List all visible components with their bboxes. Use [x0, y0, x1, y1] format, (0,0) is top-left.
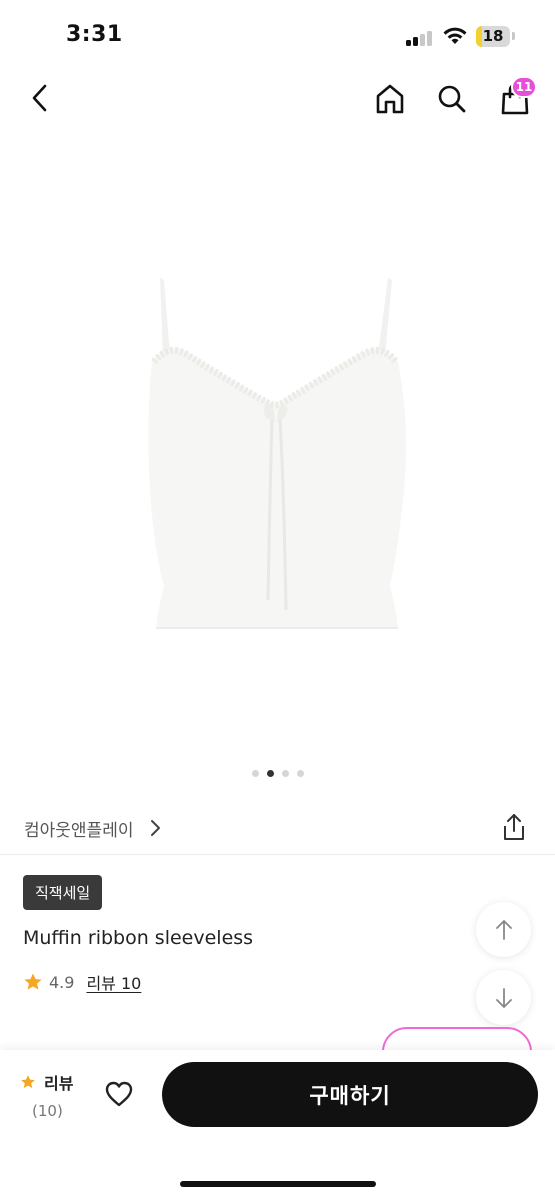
- brand-row: 컴아웃앤플레이: [0, 806, 555, 854]
- cellular-signal-icon: [406, 30, 434, 46]
- share-icon: [504, 814, 524, 840]
- chevron-right-icon: [151, 820, 160, 836]
- star-icon: [24, 973, 42, 990]
- heart-icon: [105, 1081, 133, 1107]
- scroll-down-button[interactable]: [476, 970, 531, 1025]
- review-summary-count: (10): [32, 1102, 63, 1120]
- pagination-dot[interactable]: [251, 770, 259, 777]
- camisole-image: [148, 278, 406, 629]
- battery-level: 18: [482, 27, 504, 45]
- share-button[interactable]: [500, 812, 528, 846]
- rating-value: 4.9: [49, 972, 75, 992]
- scroll-up-button[interactable]: [476, 902, 531, 957]
- star-icon: [21, 1075, 35, 1089]
- cart-count-badge: 11: [511, 76, 537, 98]
- review-link[interactable]: 리뷰 10: [86, 970, 141, 994]
- search-icon: [438, 85, 466, 113]
- arrow-up-icon: [495, 919, 512, 940]
- buy-button[interactable]: 구매하기: [162, 1062, 538, 1127]
- wishlist-button[interactable]: [104, 1080, 134, 1112]
- home-button[interactable]: [371, 80, 409, 118]
- review-summary-label: 리뷰: [44, 1074, 74, 1093]
- brand-link[interactable]: 컴아웃앤플레이: [24, 816, 133, 841]
- battery-tip: [512, 32, 515, 40]
- search-button[interactable]: [433, 80, 471, 118]
- chevron-left-icon: [32, 84, 47, 112]
- home-indicator: [180, 1181, 376, 1187]
- sale-badge: 직잭세일: [23, 875, 103, 910]
- home-icon: [376, 84, 404, 114]
- pagination-dot[interactable]: [266, 770, 274, 777]
- pagination-dot[interactable]: [296, 770, 304, 777]
- status-bar: 3:31 18: [0, 0, 555, 70]
- pagination-dot[interactable]: [281, 770, 289, 777]
- status-time: 3:31: [66, 22, 123, 47]
- review-summary[interactable]: 리뷰 (10): [20, 1070, 80, 1120]
- section-divider: [0, 854, 555, 855]
- back-button[interactable]: [22, 80, 58, 116]
- wifi-icon: [443, 27, 467, 44]
- product-name: Muffin ribbon sleeveless: [23, 927, 254, 949]
- battery-icon: 18: [476, 26, 510, 47]
- image-pagination-dots: [0, 770, 555, 782]
- product-image[interactable]: [0, 130, 555, 750]
- bottom-action-bar: 리뷰 (10) 구매하기: [0, 1050, 555, 1200]
- rating-row: 4.9 리뷰 10: [23, 970, 141, 994]
- arrow-down-icon: [495, 987, 512, 1008]
